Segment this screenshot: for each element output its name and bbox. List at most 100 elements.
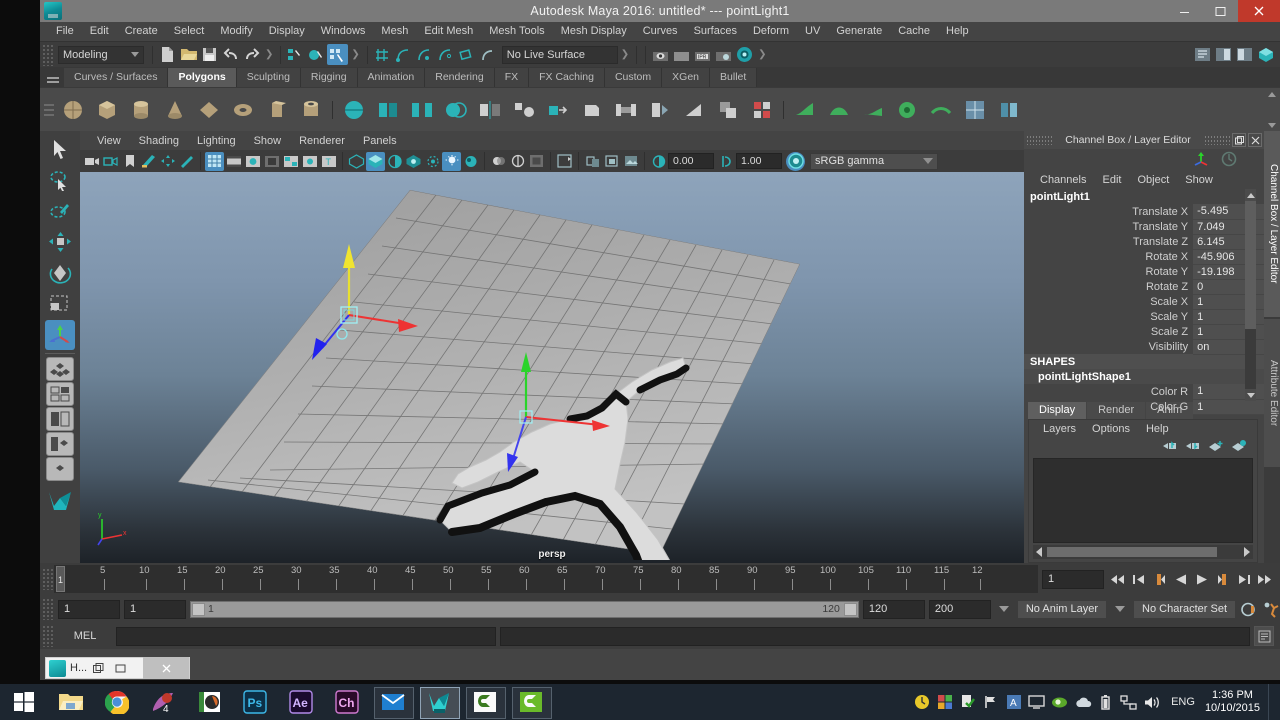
hscrollbar-thumb[interactable]: [1047, 547, 1217, 557]
shelf-tab-rigging[interactable]: Rigging: [300, 68, 358, 87]
uv-unfold-icon[interactable]: [993, 94, 1025, 126]
maximize-icon[interactable]: [1202, 0, 1238, 22]
redo-render-icon[interactable]: [671, 44, 692, 65]
isolate-select-icon[interactable]: [527, 152, 546, 171]
after-effects-icon[interactable]: Ae: [278, 684, 324, 720]
attr-value-color-g[interactable]: 1: [1193, 399, 1264, 415]
menu-item-create[interactable]: Create: [117, 22, 166, 41]
snap-to-view-plane-icon[interactable]: [456, 44, 477, 65]
live-surface-field[interactable]: No Live Surface: [501, 45, 618, 64]
show-desktop-button[interactable]: [1268, 684, 1276, 720]
play-backwards-icon[interactable]: [1171, 569, 1190, 589]
motion-blur-icon[interactable]: [489, 152, 508, 171]
move-tool[interactable]: [45, 227, 75, 257]
sculpt-pinch-icon[interactable]: [891, 94, 923, 126]
minimize-icon[interactable]: [1166, 0, 1202, 22]
current-time-indicator[interactable]: 1: [56, 566, 65, 592]
shelf-tab-fx-caching[interactable]: FX Caching: [529, 68, 605, 87]
table-row[interactable]: Rotate X -45.906: [1024, 249, 1264, 265]
poly-cube-icon[interactable]: [91, 94, 123, 126]
command-language-label[interactable]: MEL: [58, 630, 112, 642]
shelf-grip[interactable]: [42, 92, 56, 128]
color-management-selector[interactable]: sRGB gamma: [810, 152, 938, 170]
table-row[interactable]: Color R 1: [1024, 384, 1264, 400]
animation-start-field[interactable]: 1: [58, 599, 120, 619]
menu-item-help[interactable]: Help: [938, 22, 977, 41]
clock[interactable]: 1:36 PM 10/10/2015: [1203, 689, 1268, 715]
camtasia-editor-icon[interactable]: [462, 684, 508, 720]
dock-tab-channel-box[interactable]: Channel Box / Layer Editor: [1264, 131, 1280, 319]
viewport-menu-show[interactable]: Show: [245, 135, 291, 147]
layer-menu-layers[interactable]: Layers: [1035, 423, 1084, 435]
image-plane-icon[interactable]: [139, 152, 158, 171]
battery-icon[interactable]: [1094, 684, 1117, 720]
channel-box-icon[interactable]: [1192, 151, 1210, 170]
select-by-object-icon[interactable]: [306, 44, 327, 65]
snap-to-projected-center-icon[interactable]: [435, 44, 456, 65]
windows-start-icon[interactable]: [0, 684, 48, 720]
viewport-screenshot-icon[interactable]: [621, 152, 640, 171]
wireframe-icon[interactable]: [347, 152, 366, 171]
bridge-icon[interactable]: [610, 94, 642, 126]
minimized-window-bar[interactable]: H...: [45, 657, 190, 679]
mirror-geometry-icon[interactable]: [474, 94, 506, 126]
collapse-snap-icon[interactable]: ❯: [618, 49, 632, 60]
sculpt-smooth-icon[interactable]: [823, 94, 855, 126]
scroll-up-icon[interactable]: [1268, 92, 1276, 97]
poly-pipe-icon[interactable]: [295, 94, 327, 126]
play-forwards-icon[interactable]: [1192, 569, 1211, 589]
layout-two-pane-side[interactable]: [46, 407, 74, 431]
channel-box-menu-show[interactable]: Show: [1177, 174, 1221, 186]
channel-box-menu-channels[interactable]: Channels: [1032, 174, 1094, 186]
step-forward-frame-icon[interactable]: [1234, 569, 1253, 589]
select-by-hierarchy-icon[interactable]: [285, 44, 306, 65]
gamma-icon[interactable]: [717, 152, 736, 171]
nero-icon[interactable]: 4: [140, 684, 186, 720]
lasso-select-tool[interactable]: [45, 165, 75, 195]
scrollbar-thumb[interactable]: [1245, 201, 1256, 329]
maya-icon[interactable]: [416, 684, 462, 720]
scroll-up-icon[interactable]: [1245, 189, 1256, 201]
restore-icon[interactable]: [87, 657, 109, 679]
menu-item-mesh[interactable]: Mesh: [373, 22, 416, 41]
shaded-wireframe-icon[interactable]: [385, 152, 404, 171]
save-scene-icon[interactable]: [199, 44, 220, 65]
mail-icon[interactable]: [370, 684, 416, 720]
shelf-tab-animation[interactable]: Animation: [357, 68, 426, 87]
scale-tool[interactable]: [45, 289, 75, 319]
shelf-tab-custom[interactable]: Custom: [604, 68, 663, 87]
collapse-render-icon[interactable]: ❯: [755, 49, 769, 60]
table-row[interactable]: Color G 1: [1024, 399, 1264, 415]
smooth-icon[interactable]: [508, 94, 540, 126]
menu-item-cache[interactable]: Cache: [890, 22, 938, 41]
file-explorer-icon[interactable]: [48, 684, 94, 720]
checkmark-icon[interactable]: [956, 684, 979, 720]
scroll-down-icon[interactable]: [1268, 123, 1276, 128]
sculpt-relax-icon[interactable]: [857, 94, 889, 126]
gamma-field[interactable]: 1.00: [736, 153, 782, 169]
character-set-dropdown-icon[interactable]: [1111, 600, 1129, 619]
grid-toggle-icon[interactable]: [205, 151, 224, 171]
table-row[interactable]: Rotate Y -19.198: [1024, 264, 1264, 280]
range-bar[interactable]: 1 120: [190, 600, 859, 618]
camtasia-recorder-icon[interactable]: [508, 684, 554, 720]
color-management-toggle-icon[interactable]: [786, 151, 805, 171]
google-chrome-icon[interactable]: [94, 684, 140, 720]
menu-item-display[interactable]: Display: [261, 22, 313, 41]
paint-select-tool[interactable]: [45, 196, 75, 226]
xray-joints-icon[interactable]: [583, 152, 602, 171]
new-scene-icon[interactable]: [157, 44, 178, 65]
show-tool-settings-icon[interactable]: [1234, 44, 1255, 65]
language-indicator[interactable]: ENG: [1163, 696, 1203, 708]
display-icon[interactable]: [1025, 684, 1048, 720]
menu-item-file[interactable]: File: [48, 22, 82, 41]
layer-editor-icon[interactable]: [1220, 151, 1238, 170]
range-handle-left[interactable]: [192, 602, 205, 616]
new-layer-from-selected-icon[interactable]: [1231, 439, 1247, 455]
viewport-menu-renderer[interactable]: Renderer: [290, 135, 354, 147]
menu-item-select[interactable]: Select: [166, 22, 213, 41]
table-row[interactable]: Translate Y 7.049: [1024, 219, 1264, 235]
bookmark-icon[interactable]: [120, 152, 139, 171]
open-scene-icon[interactable]: [178, 44, 199, 65]
redo-icon[interactable]: [241, 44, 262, 65]
